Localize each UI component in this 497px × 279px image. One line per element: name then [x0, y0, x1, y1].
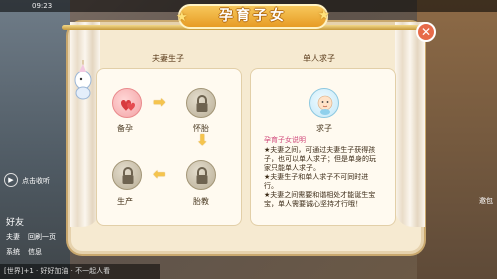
- lock-icon: [196, 167, 208, 184]
- node-label: 生产: [117, 197, 133, 206]
- node-label: 求子: [316, 124, 332, 133]
- star-icon: ★: [176, 10, 188, 25]
- prepare-pregnancy-node[interactable]: [112, 88, 142, 118]
- single-panel-heading: 单人求子: [303, 54, 335, 63]
- chat-line[interactable]: 点击收听: [22, 176, 50, 186]
- chat-sender: 夫妻: [6, 233, 20, 241]
- unicorn-decoration-icon: [74, 60, 92, 100]
- lock-icon: [196, 95, 208, 112]
- hearts-icon: [121, 100, 135, 111]
- curtain-right: [395, 22, 425, 227]
- chat-line[interactable]: 好友: [6, 215, 24, 228]
- arrow-right-icon: ➡: [153, 93, 166, 111]
- status-time: 09:23: [32, 2, 53, 10]
- description-title: 孕育子女说明: [264, 136, 306, 144]
- baby-icon: [317, 95, 333, 115]
- star-icon: ★: [318, 8, 330, 23]
- chat-sender: 系统: [6, 248, 20, 256]
- modal-title: 孕育子女: [178, 4, 328, 29]
- carry-pregnancy-node[interactable]: [186, 88, 216, 118]
- close-icon[interactable]: ✕: [416, 22, 436, 42]
- right-scene: [417, 0, 497, 279]
- prenatal-education-node[interactable]: [186, 160, 216, 190]
- description-line: 宝，单人需要诚心坚持才行哦！: [264, 200, 362, 208]
- play-icon[interactable]: ▶: [4, 173, 18, 187]
- node-label: 胎教: [193, 197, 209, 206]
- couple-panel-heading: 夫妻生子: [152, 54, 184, 63]
- chat-bottom-bar[interactable]: [世界]+1 · 好好加油 · 不一起人看: [0, 264, 160, 279]
- node-label: 备孕: [117, 124, 133, 133]
- description-line: ★夫妻生子和单人求子不可同时进: [264, 173, 369, 181]
- lock-icon: [122, 167, 134, 184]
- arrow-down-icon: ⬇: [196, 131, 209, 149]
- arrow-left-icon: ⬅: [153, 165, 166, 183]
- give-birth-node[interactable]: [112, 160, 142, 190]
- seek-child-node[interactable]: [309, 88, 339, 118]
- right-chat[interactable]: 邀包: [479, 196, 493, 206]
- chat-line[interactable]: 回刷一页: [28, 232, 56, 242]
- chat-sender: 信息: [28, 248, 42, 256]
